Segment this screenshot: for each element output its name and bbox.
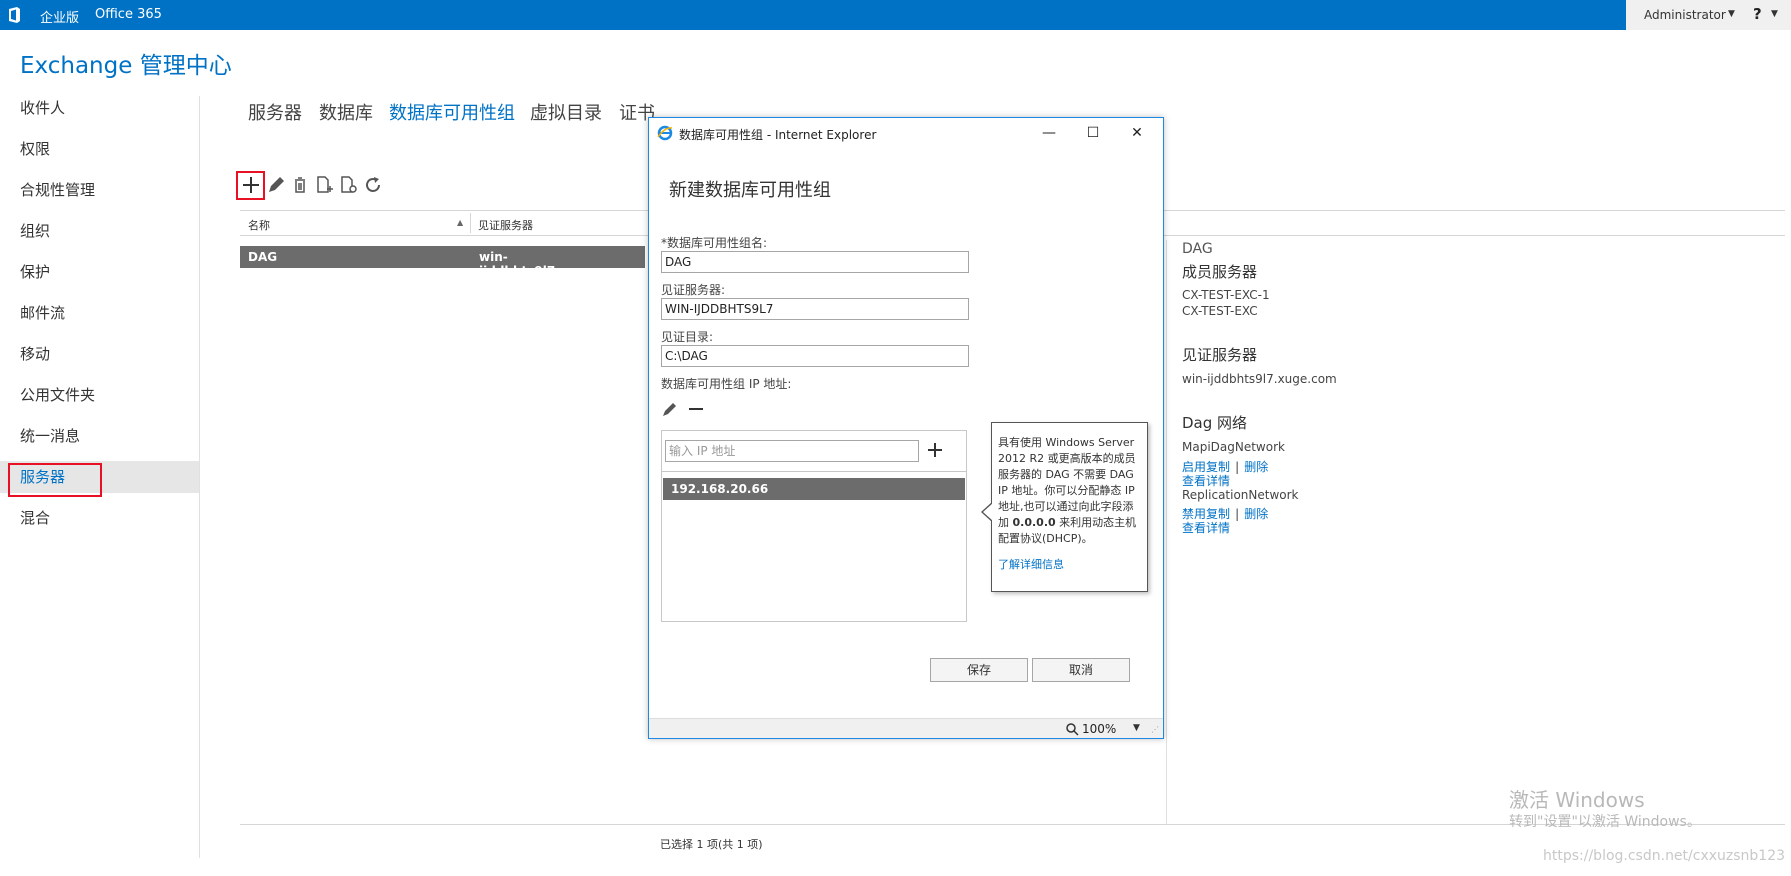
details-witness-value: win-ijddbhts9l7.xuge.com <box>1182 372 1337 386</box>
cell-witness: win-ijddbhts9l7.xuge.com <box>479 250 626 278</box>
tab-dag[interactable]: 数据库可用性组 <box>389 99 515 125</box>
ip-list-divider <box>662 471 966 472</box>
nav-item-mailflow[interactable]: 邮件流 <box>0 297 199 329</box>
minus-icon[interactable] <box>687 400 705 418</box>
pencil-icon[interactable] <box>265 174 287 196</box>
ip-address-list: 192.168.20.66 <box>661 430 967 622</box>
edition-label: 企业版 <box>40 11 80 26</box>
chevron-down-icon[interactable]: ▼ <box>1133 723 1140 733</box>
internet-explorer-icon <box>657 125 673 141</box>
witness-directory-label: 见证目录: <box>661 330 714 344</box>
callout-bold-value: 0.0.0.0 <box>1012 516 1056 529</box>
office-logo-icon[interactable] <box>6 7 22 23</box>
chevron-down-icon[interactable]: ▼ <box>1771 9 1778 19</box>
nav-item-unified-messaging[interactable]: 统一消息 <box>0 420 199 452</box>
column-header-name[interactable]: 名称 <box>248 217 270 233</box>
dag-ip-label: 数据库可用性组 IP 地址: <box>661 377 792 391</box>
selection-status: 已选择 1 项(共 1 项) <box>660 838 763 851</box>
sort-ascending-icon[interactable]: ▲ <box>457 218 463 227</box>
delete-network-link[interactable]: 删除 <box>1244 507 1268 521</box>
column-header-witness[interactable]: 见证服务器 <box>478 217 533 233</box>
nav-item-permissions[interactable]: 权限 <box>0 133 199 165</box>
dialog-window-title: 数据库可用性组 - Internet Explorer <box>679 128 877 142</box>
nav-item-hybrid[interactable]: 混合 <box>0 502 199 534</box>
blog-watermark: https://blog.csdn.net/cxxuzsnb123 <box>1543 848 1786 864</box>
nav-item-recipients[interactable]: 收件人 <box>0 92 199 124</box>
nav-item-protection[interactable]: 保护 <box>0 256 199 288</box>
link-separator: | <box>1235 460 1240 474</box>
activation-watermark-text: 转到"设置"以激活 Windows。 <box>1509 814 1701 830</box>
list-item[interactable]: 192.168.20.66 <box>663 478 965 500</box>
top-bar: 企业版 Office 365 Administrator ▼ ? ▼ <box>0 0 1791 30</box>
details-members-heading: 成员服务器 <box>1182 263 1258 281</box>
resize-grip-icon[interactable]: ⋰ <box>1151 725 1159 734</box>
learn-more-link[interactable]: 了解详细信息 <box>998 557 1141 573</box>
save-button[interactable]: 保存 <box>930 658 1028 682</box>
ip-help-callout: 具有使用 Windows Server 2012 R2 或更高版本的成员服务器的… <box>991 422 1148 592</box>
details-network-heading: Dag 网络 <box>1182 414 1248 432</box>
refresh-icon[interactable] <box>362 174 384 196</box>
office365-link[interactable]: Office 365 <box>95 7 162 22</box>
maximize-icon[interactable]: ☐ <box>1073 122 1113 144</box>
details-network-1-name: MapiDagNetwork <box>1182 440 1285 454</box>
help-icon[interactable]: ? <box>1753 5 1762 23</box>
minimize-icon[interactable]: — <box>1029 122 1069 144</box>
details-witness-heading: 见证服务器 <box>1182 346 1258 364</box>
table-row[interactable]: DAG win-ijddbhts9l7.xuge.com <box>240 246 645 278</box>
tab-servers[interactable]: 服务器 <box>248 99 302 125</box>
add-member-icon[interactable] <box>313 174 335 196</box>
zoom-icon[interactable] <box>1065 722 1079 736</box>
details-member-1: CX-TEST-EXC-1 <box>1182 288 1270 302</box>
view-details-link[interactable]: 查看详情 <box>1182 519 1230 536</box>
user-area: Administrator ▼ ? ▼ <box>1626 0 1791 30</box>
witness-server-label: 见证服务器: <box>661 283 726 297</box>
nav-item-organization[interactable]: 组织 <box>0 215 199 247</box>
highlight-servers-box <box>8 463 102 497</box>
view-details-link[interactable]: 查看详情 <box>1182 472 1230 489</box>
chevron-down-icon[interactable]: ▼ <box>1728 9 1735 19</box>
dialog-titlebar[interactable]: 数据库可用性组 - Internet Explorer — ☐ ✕ <box>649 118 1163 148</box>
cancel-button[interactable]: 取消 <box>1032 658 1130 682</box>
nav-item-compliance[interactable]: 合规性管理 <box>0 174 199 206</box>
new-dag-dialog: 数据库可用性组 - Internet Explorer — ☐ ✕ 新建数据库可… <box>648 117 1164 739</box>
activation-watermark-title: 激活 Windows <box>1509 788 1645 812</box>
dialog-heading: 新建数据库可用性组 <box>669 180 831 201</box>
tab-virtual-directories[interactable]: 虚拟目录 <box>530 99 602 125</box>
nav-item-mobile[interactable]: 移动 <box>0 338 199 370</box>
zoom-level[interactable]: 100% <box>1082 722 1116 736</box>
ip-address-input[interactable] <box>665 440 919 462</box>
dialog-statusbar: 100% ▼ ⋰ <box>649 718 1163 738</box>
user-menu[interactable]: Administrator <box>1644 8 1726 22</box>
pencil-icon[interactable] <box>661 400 679 418</box>
dag-name-label: *数据库可用性组名: <box>661 236 768 250</box>
column-divider <box>470 213 471 233</box>
details-divider <box>1166 240 1167 824</box>
dag-name-input[interactable] <box>661 251 969 273</box>
details-network-2-name: ReplicationNetwork <box>1182 488 1299 502</box>
tab-databases[interactable]: 数据库 <box>319 99 373 125</box>
close-icon[interactable]: ✕ <box>1117 122 1157 144</box>
witness-directory-input[interactable] <box>661 345 969 367</box>
highlight-new-button-box <box>236 171 265 200</box>
nav-divider <box>199 96 200 858</box>
callout-pointer-fill <box>983 503 993 521</box>
app-title: Exchange 管理中心 <box>20 53 232 79</box>
cell-name: DAG <box>248 250 278 264</box>
witness-settings-icon[interactable] <box>337 174 359 196</box>
witness-server-input[interactable] <box>661 298 969 320</box>
nav-item-public-folders[interactable]: 公用文件夹 <box>0 379 199 411</box>
link-separator: | <box>1235 507 1240 521</box>
details-member-2: CX-TEST-EXC <box>1182 304 1258 318</box>
delete-network-link[interactable]: 删除 <box>1244 460 1268 474</box>
plus-icon[interactable] <box>924 439 946 461</box>
details-dag-name: DAG <box>1182 241 1213 257</box>
trash-icon[interactable] <box>289 174 311 196</box>
